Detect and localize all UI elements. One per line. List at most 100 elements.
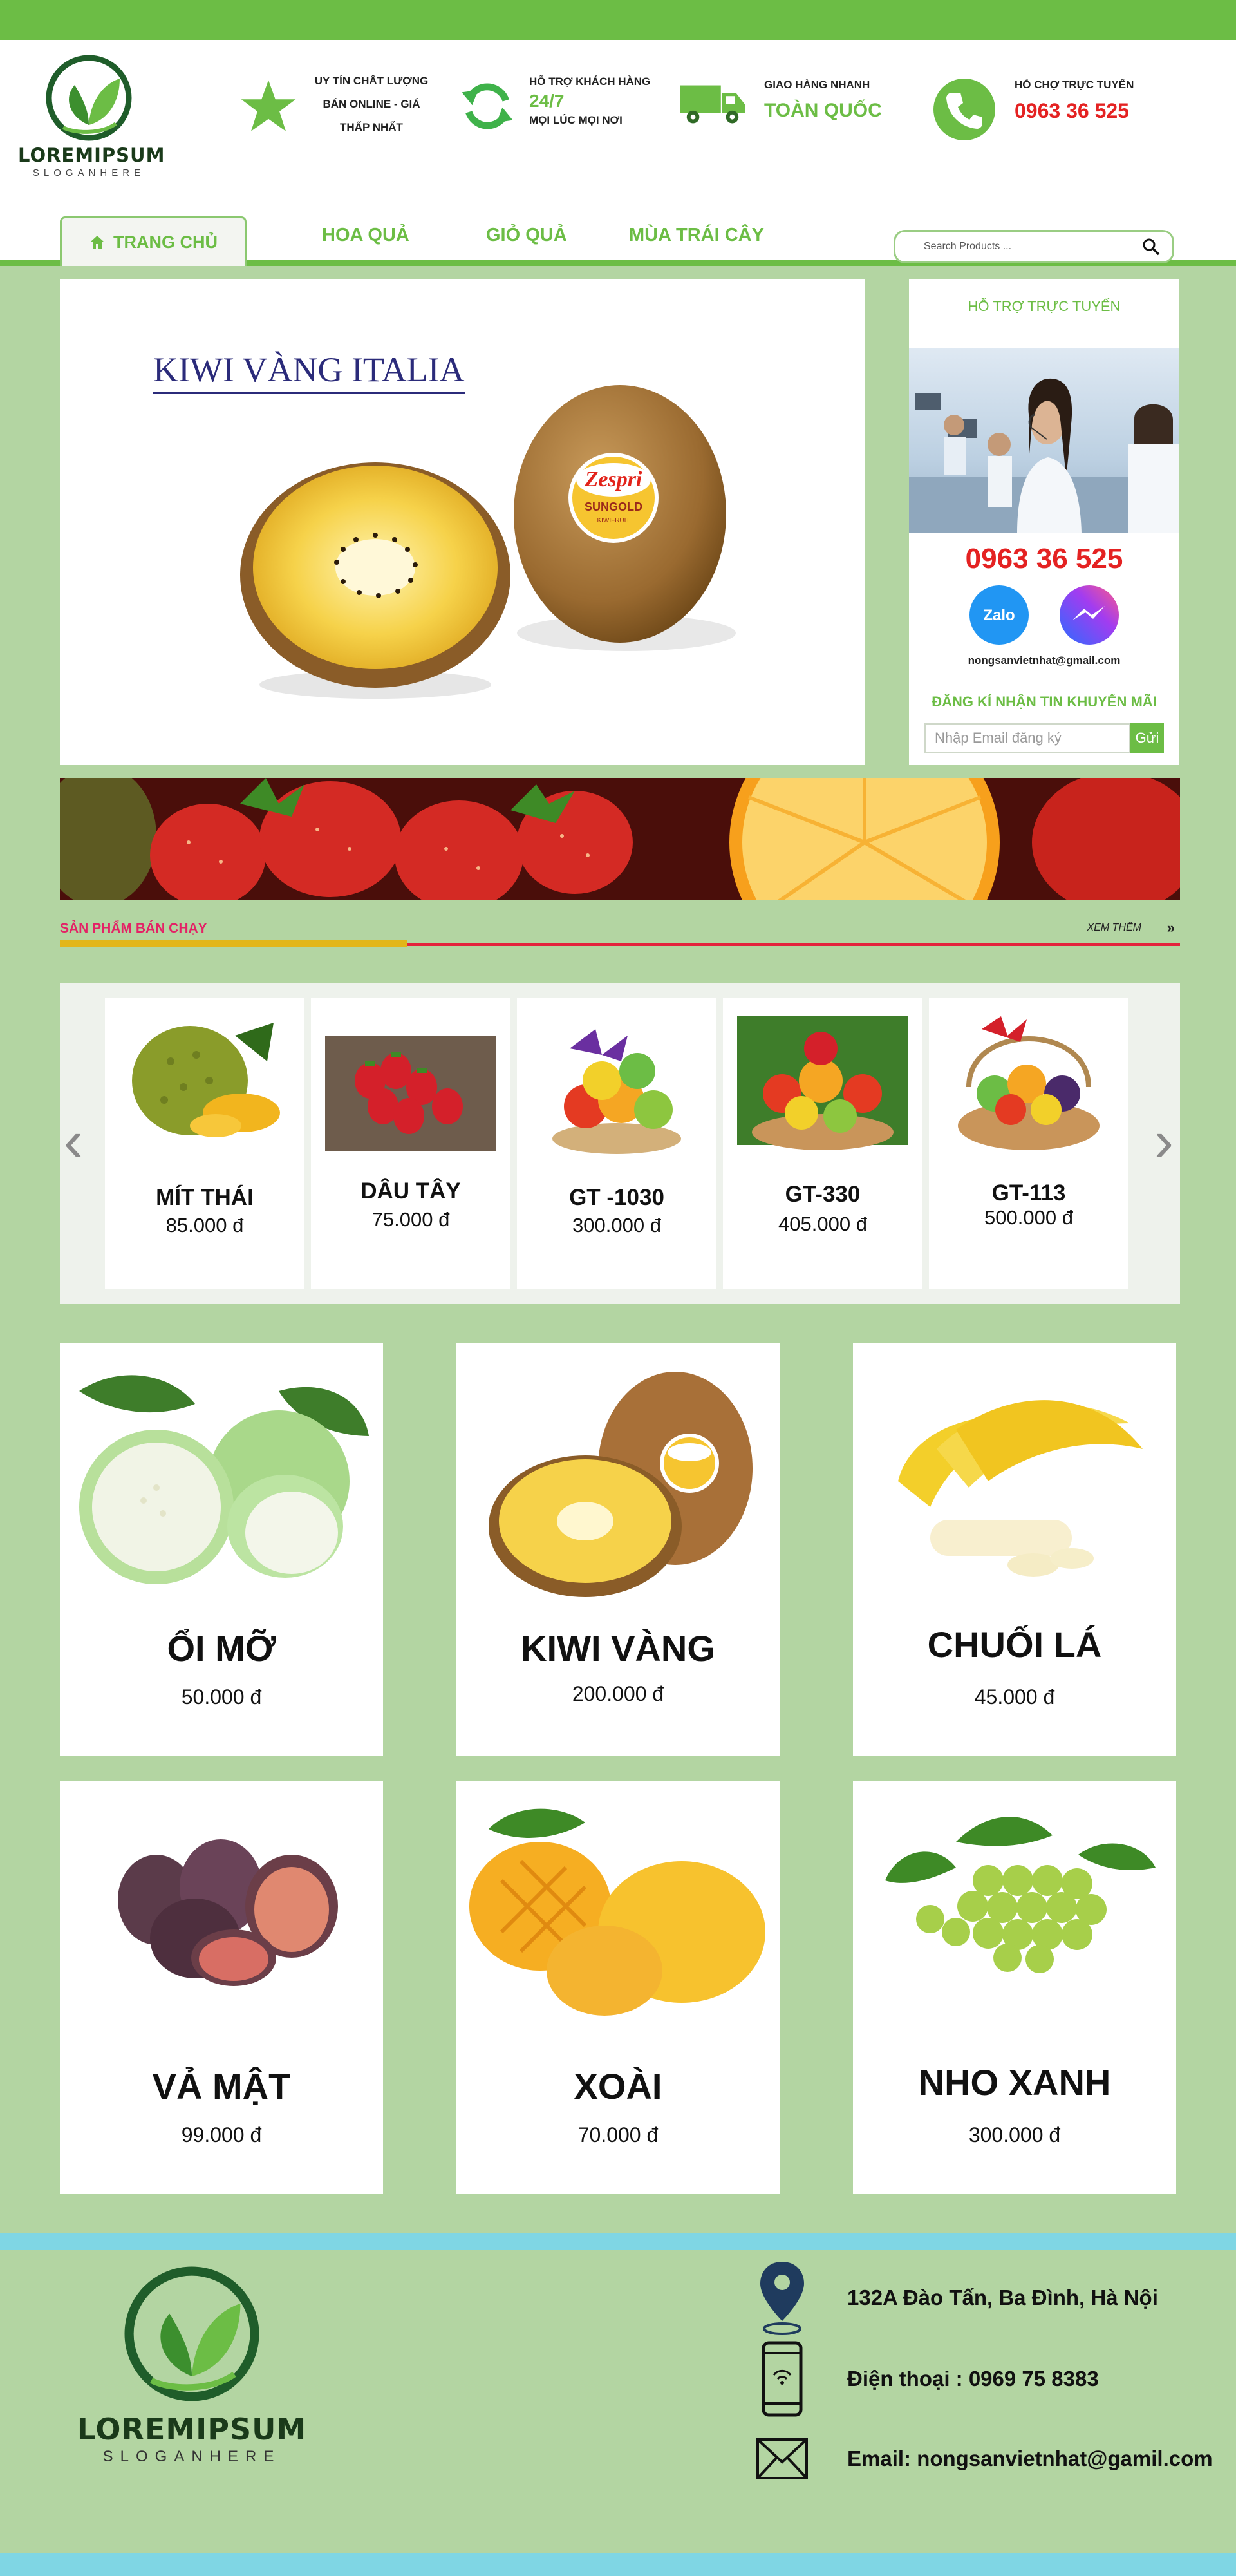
feature-delivery-line1: GIAO HÀNG NHANH [764, 79, 870, 91]
svg-text:Zalo: Zalo [983, 607, 1015, 624]
hero-banner[interactable]: KIWI VÀNG ITALIA Zespri SUNGOLD KIWIFRUI… [60, 279, 865, 765]
feature-delivery-big: TOÀN QUỐC [764, 100, 882, 121]
zespri-label: Zespri SUNGOLD KIWIFRUIT [568, 453, 659, 543]
feature-delivery: GIAO HÀNG NHANH TOÀN QUỐC [678, 70, 890, 147]
feature-support-big: 24/7 [529, 91, 565, 111]
footer-address: 132A Đào Tấn, Ba Đình, Hà Nội [847, 2286, 1158, 2309]
logo-name: LOREMIPSUM [18, 144, 165, 166]
fruit-strip-banner [60, 778, 1180, 900]
feature-quality-line3: THẤP NHẤT [340, 121, 403, 133]
product-name: XOÀI [574, 2066, 662, 2107]
feature-quality-line1: UY TÍN CHẤT LƯỢNG [314, 75, 429, 87]
feature-support-line1: HỖ TRỢ KHÁCH HÀNG [529, 75, 651, 88]
product-name: MÍT THÁI [156, 1185, 254, 1210]
svg-text:SUNGOLD: SUNGOLD [585, 500, 642, 513]
best-sellers-title: SẢN PHẨM BÁN CHẠY [60, 921, 207, 936]
product-name: ỔI MỠ [167, 1628, 276, 1669]
footer-phone-row: Điện thoại : 0969 75 8383 [753, 2341, 1099, 2417]
zalo-button[interactable]: Zalo [968, 584, 1030, 646]
heading-accent-bar [60, 940, 407, 947]
kiwi-image: Zespri SUNGOLD KIWIFRUIT [240, 385, 736, 699]
svg-text:Zespri: Zespri [585, 468, 642, 491]
banana-image [898, 1400, 1143, 1577]
product-tile-kiwi-vang[interactable]: KIWI VÀNG 200.000 đ [456, 1343, 780, 1756]
product-card-gt-330[interactable]: GT-330 405.000 đ [723, 998, 922, 1289]
product-name: GT-113 [991, 1180, 1066, 1206]
nav-item-mua-trai-cay[interactable]: MÙA TRÁI CÂY [629, 222, 764, 248]
see-more-link[interactable]: XEM THÊM [1087, 922, 1141, 934]
feature-support-line3: MỌI LÚC MỌI NƠI [529, 114, 623, 126]
refresh-icon [462, 83, 513, 129]
fruit-basket-image [552, 1029, 681, 1154]
product-card-gt-113[interactable]: GT-113 500.000 đ [929, 998, 1128, 1289]
strawberry-orange-image [60, 778, 1180, 900]
product-tile-xoai[interactable]: XOÀI 70.000 đ [456, 1781, 780, 2194]
heading-divider [407, 943, 1180, 946]
subscribe-form: Gửi [924, 723, 1164, 753]
feature-quality: UY TÍN CHẤT LƯỢNG BÁN ONLINE - GIÁ THẤP … [239, 70, 433, 147]
nav-home-tab[interactable]: TRANG CHỦ [60, 216, 247, 266]
product-card-gt-1030[interactable]: GT -1030 300.000 đ [517, 998, 716, 1289]
footer-bottom-strip [0, 2553, 1236, 2576]
nav-item-hoa-qua[interactable]: HOA QUẢ [322, 222, 409, 248]
support-staff-image [909, 378, 1179, 533]
messenger-icon [1060, 585, 1119, 645]
footer-logo[interactable]: LOREMIPSUM SLOGANHERE [76, 2263, 308, 2466]
strawberry-image [325, 1036, 496, 1151]
smartphone-icon [762, 2341, 803, 2417]
product-price: 300.000 đ [572, 1214, 661, 1236]
feature-hotline[interactable]: HỖ CHỢ TRỰC TUYẾN 0963 36 525 [932, 70, 1190, 147]
carousel-next-icon[interactable]: › [1154, 1112, 1174, 1170]
product-tile-nho-xanh[interactable]: NHO XANH 300.000 đ [853, 1781, 1176, 2194]
footer-email[interactable]: Email: nongsanvietnhat@gamil.com [847, 2447, 1213, 2471]
map-pin-icon [760, 2262, 804, 2335]
product-price: 75.000 đ [371, 1208, 450, 1231]
product-name: GT -1030 [569, 1185, 664, 1210]
messenger-button[interactable] [1058, 584, 1120, 646]
product-name: VẢ MẬT [152, 2066, 291, 2107]
kiwi-image [489, 1372, 753, 1597]
logo-slogan: SLOGANHERE [32, 167, 145, 178]
top-color-strip [0, 0, 1236, 40]
grape-image [885, 1817, 1156, 1973]
product-name: DÂU TÂY [360, 1179, 461, 1204]
star-icon [241, 80, 296, 131]
mango-image [469, 1808, 765, 2016]
leaf-logo-icon [46, 55, 132, 141]
search-icon[interactable] [1141, 237, 1161, 256]
nav-home-label: TRANG CHỦ [113, 232, 218, 252]
feature-hotline-line1: HỖ CHỢ TRỰC TUYẾN [1015, 79, 1134, 91]
product-name: CHUỐI LÁ [927, 1624, 1102, 1665]
support-email[interactable]: nongsanvietnhat@gmail.com [909, 654, 1179, 667]
subscribe-email-input[interactable] [924, 723, 1130, 753]
product-tile-va-mat[interactable]: VẢ MẬT 99.000 đ [60, 1781, 383, 2194]
support-box: HỖ TRỢ TRỰC TUYẾN 0963 36 525 Zalo nongs… [909, 279, 1179, 765]
leaf-logo-icon [124, 2266, 259, 2401]
product-price: 70.000 đ [577, 2123, 659, 2146]
double-chevron-right-icon[interactable]: » [1167, 920, 1175, 936]
home-icon [90, 236, 104, 249]
feature-support: HỖ TRỢ KHÁCH HÀNG 24/7 MỌI LÚC MỌI NƠI [458, 70, 664, 147]
search-input[interactable] [924, 241, 1141, 252]
product-card-dau-tay[interactable]: DÂU TÂY 75.000 đ [311, 998, 510, 1289]
subscribe-title: ĐĂNG KÍ NHẬN TIN KHUYẾN MÃI [932, 694, 1157, 710]
product-price: 99.000 đ [181, 2123, 262, 2146]
product-price: 45.000 đ [974, 1685, 1055, 1709]
product-card-mit-thai[interactable]: MÍT THÁI 85.000 đ [105, 998, 304, 1289]
product-tile-chuoi-la[interactable]: CHUỐI LÁ 45.000 đ [853, 1343, 1176, 1756]
footer-address-row: 132A Đào Tấn, Ba Đình, Hà Nội [753, 2262, 1158, 2335]
product-name: GT-330 [785, 1182, 861, 1207]
zalo-icon: Zalo [969, 585, 1029, 645]
footer-logo-slogan: SLOGANHERE [102, 2448, 281, 2465]
nav-item-gio-qua[interactable]: GIỎ QUẢ [486, 222, 567, 248]
svg-text:KIWIFRUIT: KIWIFRUIT [597, 517, 630, 524]
carousel-prev-icon[interactable]: ‹ [64, 1112, 83, 1170]
support-staff-photo [909, 348, 1179, 533]
product-tile-oi-mo[interactable]: ỔI MỠ 50.000 đ [60, 1343, 383, 1756]
subscribe-button[interactable]: Gửi [1130, 723, 1164, 753]
product-price: 405.000 đ [778, 1213, 867, 1235]
site-logo[interactable]: LOREMIPSUM SLOGANHERE [18, 53, 165, 182]
product-price: 500.000 đ [984, 1206, 1073, 1229]
product-name: NHO XANH [918, 2062, 1111, 2103]
support-hotline[interactable]: 0963 36 525 [909, 543, 1179, 575]
